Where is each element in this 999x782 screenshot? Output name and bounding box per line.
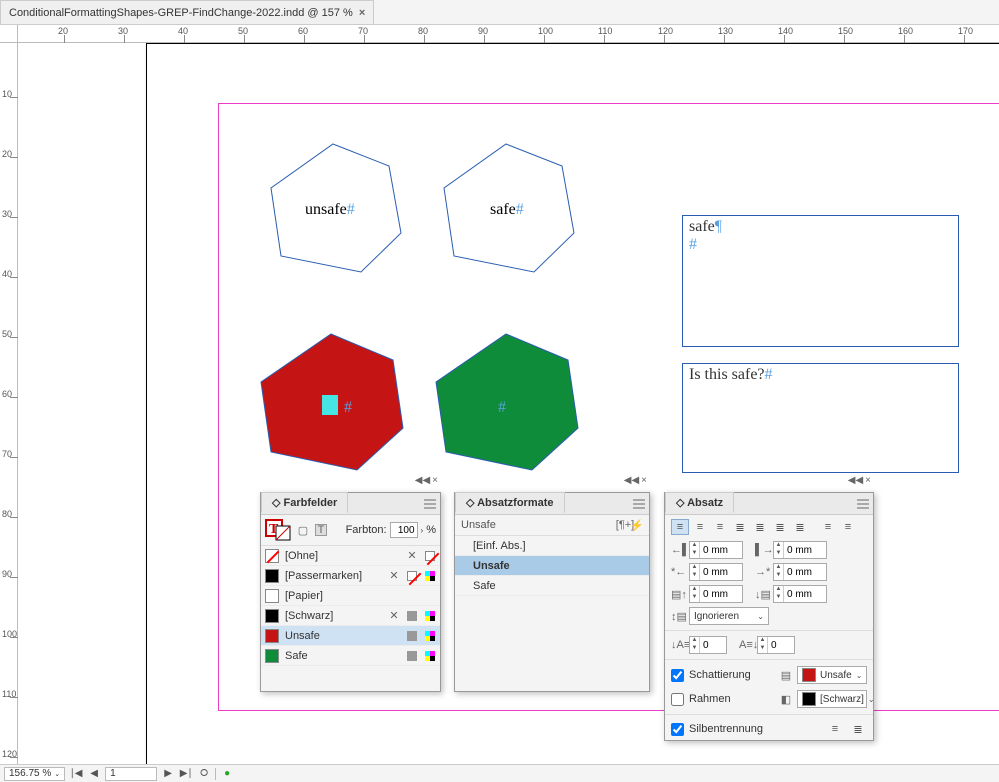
swatch-row[interactable]: [Papier]: [261, 586, 440, 606]
last-line-indent-input[interactable]: ▲▼: [773, 563, 827, 581]
border-swatch-dropdown[interactable]: [Schwarz]⌄: [797, 690, 867, 708]
align-center-icon[interactable]: ≡: [691, 519, 709, 535]
document-tab[interactable]: ConditionalFormattingShapes-GREP-FindCha…: [0, 0, 374, 24]
label-unsafe: unsafe#: [305, 201, 355, 219]
space-after-icon: ↓▤: [755, 588, 769, 601]
space-before-icon: ▤↑: [671, 588, 685, 601]
border-options-icon[interactable]: ◧: [780, 693, 792, 705]
swatch-row[interactable]: [Schwarz]✕: [261, 606, 440, 626]
shading-swatch-dropdown[interactable]: Unsafe⌄: [797, 666, 867, 684]
align-towards-spine-icon[interactable]: ≡: [819, 519, 837, 535]
swatches-panel[interactable]: ◀◀× ◇ Farbfelder T ▢ T Farbton: › % [Ohn…: [260, 492, 441, 692]
baseline-grid-align-icon[interactable]: ≡: [826, 721, 844, 737]
align-right-icon[interactable]: ≡: [711, 519, 729, 535]
style-list: [Einf. Abs.]UnsafeSafe: [455, 536, 649, 596]
panel-menu-icon[interactable]: [857, 499, 869, 509]
container-format-icon[interactable]: ▢: [297, 524, 309, 536]
right-indent-icon: ▌→: [755, 544, 769, 556]
drop-cap-chars-input[interactable]: ▲▼: [757, 636, 795, 654]
text-frame-2[interactable]: Is this safe?#: [682, 363, 959, 473]
last-page-icon[interactable]: ▶∣: [179, 767, 193, 781]
auto-leading-dropdown[interactable]: Ignorieren⌄: [689, 607, 769, 625]
tint-dropdown-icon[interactable]: ›: [421, 526, 424, 535]
shading-options-icon[interactable]: ▤: [780, 669, 792, 681]
panel-menu-icon[interactable]: [424, 499, 436, 509]
swatch-row[interactable]: Safe: [261, 646, 440, 666]
tint-unit: %: [426, 524, 436, 536]
drop-cap-chars-icon: A≡↓: [739, 639, 753, 651]
document-tab-title: ConditionalFormattingShapes-GREP-FindCha…: [9, 7, 353, 19]
panel-collapse-icon[interactable]: ◀◀: [624, 475, 639, 486]
swatch-row[interactable]: [Ohne]✕: [261, 546, 440, 566]
panel-menu-icon[interactable]: [633, 499, 645, 509]
tint-label: Farbton:: [346, 524, 387, 536]
drop-cap-lines-input[interactable]: ▲▼: [689, 636, 727, 654]
shape-safe-filled[interactable]: [428, 328, 588, 478]
last-line-indent-icon: →*: [755, 566, 769, 578]
horizontal-ruler[interactable]: 2030405060708090100110120130140150160170: [18, 25, 999, 43]
hyphenation-label: Silbentrennung: [689, 723, 821, 735]
space-after-input[interactable]: ▲▼: [773, 585, 827, 603]
shading-checkbox[interactable]: [671, 669, 684, 682]
swatch-list: [Ohne]✕[Passermarken]✕[Papier][Schwarz]✕…: [261, 546, 440, 666]
justify-full-icon[interactable]: ≣: [791, 519, 809, 535]
zoom-field[interactable]: 156.75 % ⌄: [4, 767, 65, 781]
prev-page-icon[interactable]: ◀: [87, 767, 101, 781]
open-icon[interactable]: ⭘: [197, 767, 211, 781]
style-row[interactable]: Safe: [455, 576, 649, 596]
paragraph-tab[interactable]: ◇ Absatz: [665, 492, 734, 513]
clear-overrides-icon[interactable]: ⚡: [631, 519, 643, 531]
first-line-indent-input[interactable]: ▲▼: [689, 563, 743, 581]
style-row[interactable]: [Einf. Abs.]: [455, 536, 649, 556]
vertical-ruler[interactable]: 0102030405060708090100110120130140: [0, 25, 18, 764]
right-indent-input[interactable]: ▲▼: [773, 541, 827, 559]
panel-close-icon[interactable]: ×: [432, 475, 438, 486]
first-line-indent-icon: *←: [671, 566, 685, 578]
justify-right-icon[interactable]: ≣: [771, 519, 789, 535]
border-checkbox[interactable]: [671, 693, 684, 706]
drop-cap-lines-icon: ↓A≡: [671, 639, 685, 651]
page-field[interactable]: 1: [105, 767, 157, 781]
tint-input[interactable]: [390, 522, 418, 538]
swatch-row[interactable]: [Passermarken]✕: [261, 566, 440, 586]
baseline-grid-none-icon[interactable]: ≣: [849, 721, 867, 737]
text-frame-1[interactable]: safe¶#: [682, 215, 959, 347]
preflight-icon[interactable]: ●: [220, 767, 234, 781]
paragraph-styles-panel[interactable]: ◀◀× ◇ Absatzformate Unsafe [¶+] ⚡ [Einf.…: [454, 492, 650, 692]
left-indent-icon: ←▌: [671, 544, 685, 556]
status-bar: 156.75 % ⌄ ∣◀ ◀ 1 ▶ ▶∣ ⭘ ●: [0, 764, 999, 782]
shading-label: Schattierung: [689, 669, 775, 681]
current-style-name: Unsafe: [461, 519, 619, 531]
text-format-icon[interactable]: T: [315, 524, 327, 536]
paragraph-styles-tab[interactable]: ◇ Absatzformate: [455, 492, 565, 513]
alignment-toolbar: ≡ ≡ ≡ ≣ ≣ ≣ ≣ ≡ ≡: [665, 515, 873, 539]
style-row[interactable]: Unsafe: [455, 556, 649, 576]
hyphenation-checkbox[interactable]: [671, 723, 684, 736]
fill-stroke-proxy[interactable]: T: [265, 519, 291, 541]
align-away-spine-icon[interactable]: ≡: [839, 519, 857, 535]
label-safe: safe#: [490, 201, 524, 219]
text-cursor-indicator: [322, 395, 338, 415]
panel-close-icon[interactable]: ×: [865, 475, 871, 486]
next-page-icon[interactable]: ▶: [161, 767, 175, 781]
panel-collapse-icon[interactable]: ◀◀: [415, 475, 430, 486]
border-label: Rahmen: [689, 693, 775, 705]
paragraph-panel[interactable]: ◀◀× ◇ Absatz ≡ ≡ ≡ ≣ ≣ ≣ ≣ ≡ ≡ ←▌ ▲▼ ▌→ …: [664, 492, 874, 741]
swatch-row[interactable]: Unsafe: [261, 626, 440, 646]
first-page-icon[interactable]: ∣◀: [69, 767, 83, 781]
hash-safe-filled: #: [498, 399, 506, 417]
ruler-origin[interactable]: [0, 25, 18, 43]
align-left-icon[interactable]: ≡: [671, 519, 689, 535]
space-before-input[interactable]: ▲▼: [689, 585, 743, 603]
close-tab-icon[interactable]: ×: [359, 7, 365, 19]
justify-center-icon[interactable]: ≣: [751, 519, 769, 535]
left-indent-input[interactable]: ▲▼: [689, 541, 743, 559]
auto-leading-icon: ↕▤: [671, 610, 685, 623]
panel-close-icon[interactable]: ×: [641, 475, 647, 486]
panel-collapse-icon[interactable]: ◀◀: [848, 475, 863, 486]
justify-left-icon[interactable]: ≣: [731, 519, 749, 535]
hash-unsafe-filled: #: [344, 399, 352, 417]
swatches-tab[interactable]: ◇ Farbfelder: [261, 492, 348, 513]
